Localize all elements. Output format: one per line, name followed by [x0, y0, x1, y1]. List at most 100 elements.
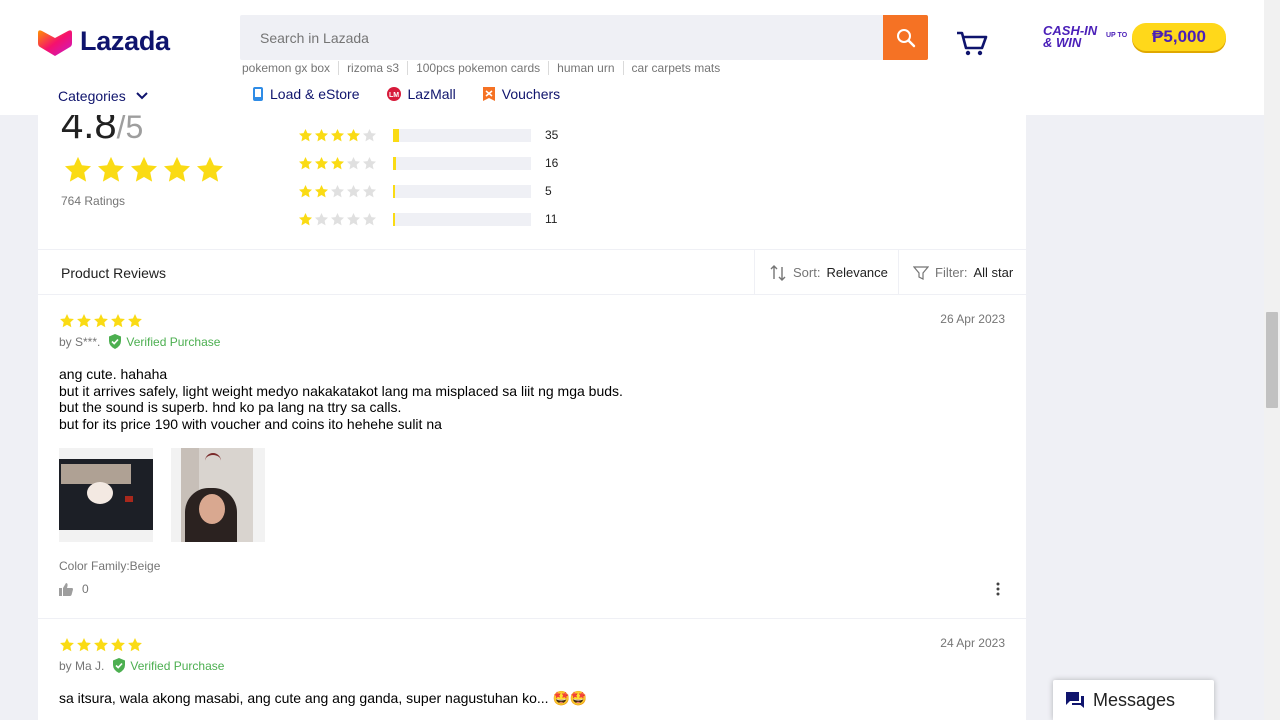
filter-dropdown[interactable]: Filter: All star	[898, 250, 1026, 295]
lazada-logo[interactable]: Lazada	[38, 26, 170, 57]
star-icon	[299, 212, 312, 225]
review-text-line: but the sound is superb. hnd ko pa lang …	[59, 399, 402, 415]
review-stars	[59, 637, 143, 653]
distribution-count: 35	[545, 128, 559, 142]
distribution-count: 11	[545, 212, 558, 226]
search-button[interactable]	[883, 15, 928, 60]
verified-badge: Verified Purchase	[108, 334, 220, 349]
chat-icon	[1066, 692, 1084, 708]
review-text-line: sa itsura, wala akong masabi, ang cute a…	[59, 690, 588, 706]
distribution-stars	[298, 184, 393, 199]
star-icon	[94, 314, 108, 328]
review-images	[59, 448, 265, 542]
star-icon	[131, 156, 157, 182]
star-icon	[94, 638, 108, 652]
sort-value: Relevance	[826, 265, 888, 280]
star-icon	[315, 212, 328, 225]
quicklink-load-estore[interactable]: Load & eStore	[252, 86, 360, 102]
star-icon	[347, 184, 360, 197]
review-like-button[interactable]: 0	[59, 582, 89, 596]
sort-dropdown[interactable]: Sort: Relevance	[754, 250, 898, 295]
average-stars	[63, 155, 225, 185]
review-item: 26 Apr 2023 by S***. Verified Purchase a…	[38, 295, 1026, 619]
star-icon	[363, 184, 376, 197]
suggestion-link[interactable]: human urn	[548, 61, 622, 75]
voucher-icon	[482, 87, 495, 101]
distribution-bar	[393, 184, 531, 198]
star-icon	[60, 314, 74, 328]
quicklink-vouchers[interactable]: Vouchers	[482, 86, 560, 102]
distribution-count: 5	[545, 184, 552, 198]
reviews-toolbar: Product Reviews Sort: Relevance Filter: …	[38, 249, 1026, 295]
distribution-bar	[393, 128, 531, 142]
review-text-line: ang cute. hahaha	[59, 366, 168, 382]
distribution-stars	[298, 128, 393, 143]
star-icon	[331, 128, 344, 141]
star-icon	[315, 128, 328, 141]
review-image-thumbnail[interactable]	[59, 448, 153, 542]
verified-badge: Verified Purchase	[112, 658, 224, 673]
cash-in-promo-banner[interactable]: CASH-IN & WIN UP TO ₱5,000	[1040, 20, 1226, 54]
star-icon	[347, 156, 360, 169]
rating-distribution: 35 16 5 11	[298, 121, 558, 233]
suggestion-link[interactable]: rizoma s3	[338, 61, 407, 75]
svg-text:LM: LM	[388, 92, 398, 99]
verified-label: Verified Purchase	[126, 334, 221, 349]
quicklink-label: Load & eStore	[270, 86, 360, 102]
star-icon	[60, 638, 74, 652]
quicklink-label: LazMall	[407, 86, 456, 102]
reviews-title: Product Reviews	[61, 265, 167, 281]
scrollbar-thumb[interactable]	[1266, 312, 1278, 408]
suggestion-link[interactable]: 100pcs pokemon cards	[407, 61, 548, 75]
star-icon	[164, 156, 190, 182]
review-date: 26 Apr 2023	[940, 312, 1005, 326]
star-icon	[331, 156, 344, 169]
rating-distribution-row[interactable]: 35	[298, 121, 558, 149]
rating-distribution-row[interactable]: 16	[298, 149, 558, 177]
star-icon	[331, 212, 344, 225]
thumbs-up-icon	[59, 582, 73, 596]
sort-label: Sort:	[793, 265, 821, 280]
rating-distribution-row[interactable]: 5	[298, 177, 558, 205]
rating-distribution-row[interactable]: 11	[298, 205, 558, 233]
verified-shield-icon	[109, 334, 122, 349]
star-icon	[363, 212, 376, 225]
star-icon	[111, 638, 125, 652]
review-author: by Ma J.	[59, 658, 105, 673]
review-text: sa itsura, wala akong masabi, ang cute a…	[59, 690, 587, 707]
distribution-bar	[393, 156, 531, 170]
star-icon	[299, 184, 312, 197]
review-image-thumbnail[interactable]	[171, 448, 265, 542]
star-icon	[128, 638, 142, 652]
filter-icon	[913, 265, 929, 280]
star-icon	[299, 128, 312, 141]
verified-shield-icon	[113, 658, 126, 673]
quicklink-lazmall[interactable]: LM LazMall	[386, 86, 456, 102]
quick-links: Load & eStore LM LazMall Vouchers	[252, 86, 560, 102]
suggestion-link[interactable]: pokemon gx box	[242, 61, 338, 75]
suggestion-link[interactable]: car carpets mats	[622, 61, 729, 75]
star-icon	[363, 128, 376, 141]
sort-icon	[770, 264, 786, 281]
star-icon	[363, 156, 376, 169]
review-author: by S***.	[59, 334, 101, 349]
messages-label: Messages	[1093, 689, 1176, 710]
star-icon	[77, 314, 91, 328]
review-stars	[59, 313, 143, 329]
search-suggestions: pokemon gx box rizoma s3 100pcs pokemon …	[242, 61, 728, 75]
categories-label: Categories	[58, 88, 126, 104]
star-icon	[331, 184, 344, 197]
page-scrollbar[interactable]	[1264, 0, 1280, 720]
site-header: Lazada CASH-IN & WIN UP TO ₱5,000 pokemo…	[0, 0, 1264, 115]
star-icon	[197, 156, 223, 182]
more-options-icon[interactable]	[996, 582, 1000, 596]
messages-button[interactable]: Messages	[1053, 680, 1214, 720]
phone-icon	[253, 87, 263, 101]
search-input[interactable]	[240, 15, 883, 60]
categories-dropdown[interactable]: Categories	[58, 88, 148, 104]
cart-icon[interactable]	[955, 25, 989, 59]
star-icon	[299, 156, 312, 169]
distribution-stars	[298, 156, 393, 171]
filter-label: Filter:	[935, 265, 968, 280]
review-text-line: but for its price 190 with voucher and c…	[59, 415, 442, 432]
